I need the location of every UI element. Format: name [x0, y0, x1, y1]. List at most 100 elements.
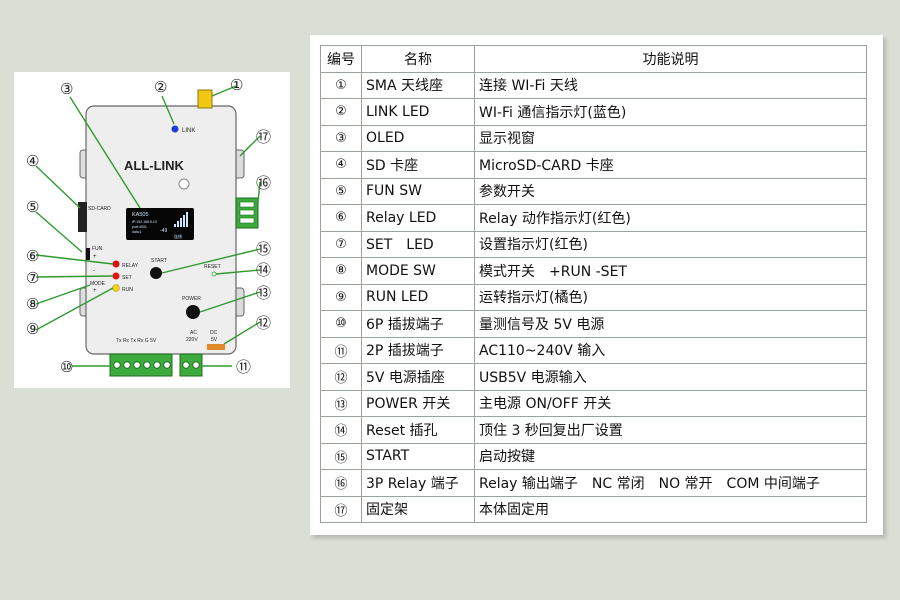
- row-number: ⑦: [320, 230, 362, 258]
- table-row: ⑪ 2P 插拔端子 AC110~240V 输入: [320, 336, 867, 364]
- table-row: ③ OLED 显示视窗: [320, 124, 867, 152]
- oled-state: 连线: [174, 233, 182, 239]
- row-description: 本体固定用: [474, 495, 867, 523]
- mode-plus-label: +: [93, 288, 97, 294]
- mode-label: MODE: [90, 281, 106, 287]
- table-row: ② LINK LED WI-Fi 通信指示灯(蓝色): [320, 98, 867, 126]
- sd-card-label: SD-CARD: [88, 206, 111, 212]
- row-number: ⑥: [320, 204, 362, 232]
- row-number: ⑫: [320, 363, 362, 391]
- row-description: AC110~240V 输入: [474, 336, 867, 364]
- row-number: ①: [320, 71, 362, 99]
- reset-hole: [211, 271, 217, 277]
- table-row: ⑯ 3P Relay 端子 Relay 输出端子 NC 常闭 NO 常开 COM 中…: [320, 469, 867, 497]
- 3p-relay-terminal-block: [235, 197, 259, 229]
- row-name: POWER 开关: [361, 389, 475, 417]
- device-illustration-panel: LINK ALL-LINK KA505 IP:192.168.5.10 port…: [14, 72, 290, 388]
- table-row: ⑩ 6P 插拔端子 量测信号及 5V 电源: [320, 310, 867, 338]
- dc-voltage-label: 5V: [211, 337, 218, 343]
- row-number: ⑪: [320, 336, 362, 364]
- row-description: 运转指示灯(橘色): [474, 283, 867, 311]
- row-description: 量测信号及 5V 电源: [474, 310, 867, 338]
- row-name: Reset 插孔: [361, 416, 475, 444]
- row-description: 参数开关: [474, 177, 867, 205]
- callout-17: ⑰: [256, 129, 271, 146]
- ac-voltage-label: 220V: [186, 337, 198, 343]
- fun-minus-label: -: [93, 268, 95, 274]
- callout-3: ③: [60, 81, 73, 98]
- table-row: ⑭ Reset 插孔 顶住 3 秒回复出厂设置: [320, 416, 867, 444]
- row-number: ⑤: [320, 177, 362, 205]
- 6p-terminal-block: [109, 353, 173, 377]
- power-label: POWER: [182, 296, 201, 302]
- start-label: START: [151, 258, 167, 264]
- row-name: OLED: [361, 124, 475, 152]
- callout-13: ⑬: [256, 285, 271, 302]
- fun-switch: [86, 248, 90, 260]
- callout-12: ⑫: [256, 315, 271, 332]
- row-number: ⑯: [320, 469, 362, 497]
- table-row: ① SMA 天线座 连接 WI-Fi 天线: [320, 71, 867, 99]
- row-number: ⑧: [320, 257, 362, 285]
- row-description: 设置指示灯(红色): [474, 230, 867, 258]
- table-row: ⑨ RUN LED 运转指示灯(橘色): [320, 283, 867, 311]
- table-row: ⑫ 5V 电源插座 USB5V 电源输入: [320, 363, 867, 391]
- usb-5v-socket: [207, 344, 225, 350]
- row-name: RUN LED: [361, 283, 475, 311]
- row-description: Relay 输出端子 NC 常闭 NO 常开 COM 中间端子: [474, 469, 867, 497]
- row-number: ⑬: [320, 389, 362, 417]
- callout-5: ⑤: [26, 199, 39, 216]
- row-name: FUN SW: [361, 177, 475, 205]
- callout-4: ④: [26, 153, 39, 170]
- callout-9: ⑨: [26, 321, 39, 338]
- row-name: 2P 插拔端子: [361, 336, 475, 364]
- header-function: 功能说明: [474, 45, 867, 73]
- row-description: 主电源 ON/OFF 开关: [474, 389, 867, 417]
- row-name: 6P 插拔端子: [361, 310, 475, 338]
- row-name: 5V 电源插座: [361, 363, 475, 391]
- table-header-row: 编号 名称 功能说明: [320, 45, 867, 73]
- terminal-pin-labels: Tx Rx Tx Rx G 5V: [116, 338, 157, 344]
- table-row: ⑮ START 启动按键: [320, 442, 867, 470]
- callout-16: ⑯: [256, 175, 271, 192]
- oled-line1: IP:192.168.5.10: [132, 220, 157, 224]
- table-row: ⑰ 固定架 本体固定用: [320, 495, 867, 523]
- table-row: ⑧ MODE SW 模式开关 +RUN -SET: [320, 257, 867, 285]
- start-button: [150, 267, 162, 279]
- table-row: ⑤ FUN SW 参数开关: [320, 177, 867, 205]
- 2p-terminal-block: [179, 353, 203, 377]
- header-name: 名称: [361, 45, 475, 73]
- row-number: ⑨: [320, 283, 362, 311]
- spec-table: 编号 名称 功能说明 ① SMA 天线座 连接 WI-Fi 天线 ② LINK LED…: [320, 45, 867, 523]
- set-led: [112, 272, 120, 280]
- dc-label: DC: [210, 330, 218, 336]
- callout-14: ⑭: [256, 262, 271, 279]
- set-label: SET: [122, 275, 132, 281]
- row-name: SET LED: [361, 230, 475, 258]
- row-description: USB5V 电源输入: [474, 363, 867, 391]
- row-description: Relay 动作指示灯(红色): [474, 204, 867, 232]
- row-number: ③: [320, 124, 362, 152]
- oled-line3: data:1: [132, 230, 142, 234]
- table-row: ⑥ Relay LED Relay 动作指示灯(红色): [320, 204, 867, 232]
- relay-label: RELAY: [122, 263, 139, 269]
- callout-1: ①: [230, 77, 243, 94]
- row-number: ⑮: [320, 442, 362, 470]
- callout-10: ⑩: [60, 359, 73, 376]
- link-label: LINK: [182, 128, 195, 134]
- row-description: WI-Fi 通信指示灯(蓝色): [474, 98, 867, 126]
- callout-7: ⑦: [26, 270, 39, 287]
- oled-title: KA505: [132, 212, 149, 218]
- row-name: LINK LED: [361, 98, 475, 126]
- fun-label: FUN.: [92, 246, 104, 252]
- callout-11: ⑪: [236, 359, 251, 376]
- callout-15: ⑮: [256, 241, 271, 258]
- mounting-hole: [178, 178, 190, 190]
- ac-label: AC: [190, 330, 197, 336]
- row-number: ⑰: [320, 495, 362, 523]
- row-description: 模式开关 +RUN -SET: [474, 257, 867, 285]
- row-name: 3P Relay 端子: [361, 469, 475, 497]
- link-led: [171, 125, 179, 133]
- spec-table-panel: 编号 名称 功能说明 ① SMA 天线座 连接 WI-Fi 天线 ② LINK LED…: [310, 35, 883, 535]
- device-diagram: LINK ALL-LINK KA505 IP:192.168.5.10 port…: [26, 77, 271, 377]
